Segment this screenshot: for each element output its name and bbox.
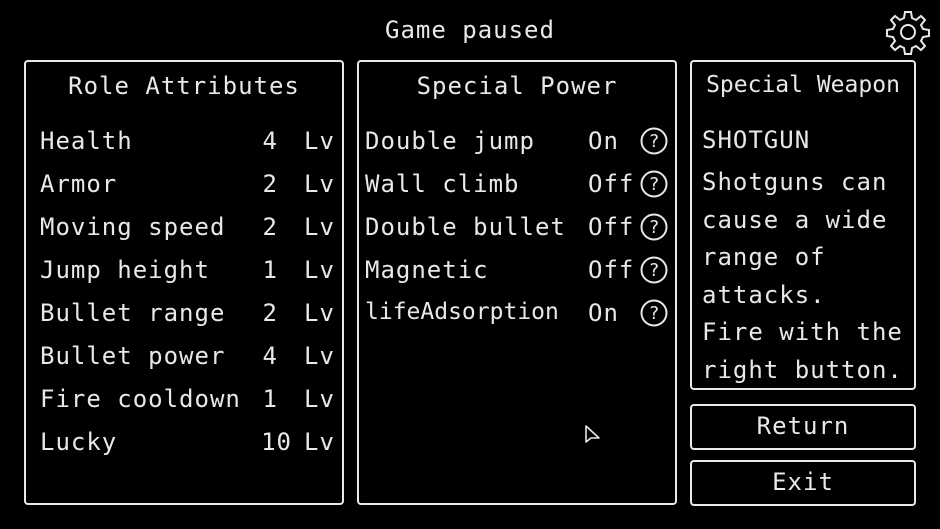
svg-text:?: ? <box>649 260 660 281</box>
attribute-value: 1 <box>262 256 278 284</box>
svg-text:?: ? <box>649 174 660 195</box>
attribute-unit: Lv <box>304 213 335 241</box>
attribute-unit: Lv <box>304 385 335 413</box>
attribute-value: 4 <box>262 342 278 370</box>
attribute-label: Health <box>40 127 133 155</box>
attribute-row-fire-cooldown: Fire cooldown <box>40 385 241 413</box>
attribute-unit: Lv <box>304 428 335 456</box>
special-weapon-title: Special Weapon <box>706 72 900 98</box>
question-circle-icon[interactable]: ? <box>640 299 668 327</box>
attribute-unit: Lv <box>304 342 335 370</box>
mouse-cursor-icon <box>585 425 600 443</box>
question-circle-icon[interactable]: ? <box>640 127 668 155</box>
power-state: Off <box>588 170 635 198</box>
power-label-wall-climb: Wall climb <box>365 170 520 198</box>
attribute-row-health: Health <box>40 127 133 155</box>
power-label-life-adsorption: lifeAdsorption <box>365 299 559 325</box>
power-label-double-jump: Double jump <box>365 127 535 155</box>
attribute-row-moving-speed: Moving speed <box>40 213 225 241</box>
attribute-value: 2 <box>262 299 278 327</box>
weapon-description: Shotguns can cause a wide range of attac… <box>702 168 903 384</box>
power-state: Off <box>588 256 635 284</box>
page-title: Game paused <box>385 16 555 44</box>
attribute-unit: Lv <box>304 127 335 155</box>
power-label-double-bullet: Double bullet <box>365 213 566 241</box>
question-circle-icon[interactable]: ? <box>640 213 668 241</box>
attribute-label: Fire cooldown <box>40 385 241 413</box>
power-label-magnetic: Magnetic <box>365 256 489 284</box>
return-button[interactable]: Return <box>690 404 916 450</box>
role-attributes-title: Role Attributes <box>68 72 300 100</box>
attribute-value: 10 <box>261 428 292 456</box>
attribute-row-armor: Armor <box>40 170 117 198</box>
gear-icon[interactable] <box>884 8 932 56</box>
attribute-row-jump-height: Jump height <box>40 256 210 284</box>
attribute-label: Bullet power <box>40 342 226 370</box>
power-state: Off <box>588 213 635 241</box>
power-state: On <box>588 299 619 327</box>
attribute-unit: Lv <box>304 256 335 284</box>
question-circle-icon[interactable]: ? <box>640 256 668 284</box>
attribute-unit: Lv <box>304 170 335 198</box>
attribute-label: Lucky <box>40 428 118 456</box>
attribute-value: 4 <box>262 127 278 155</box>
svg-text:?: ? <box>649 217 660 238</box>
attribute-row-bullet-power: Bullet power <box>40 342 225 370</box>
attribute-label: Jump height <box>40 256 210 284</box>
attribute-value: 2 <box>262 213 278 241</box>
weapon-name: SHOTGUN <box>702 126 811 154</box>
attribute-row-lucky: Lucky <box>40 428 117 456</box>
attribute-label: Moving speed <box>40 213 226 241</box>
svg-text:?: ? <box>649 131 660 152</box>
attribute-label: Armor <box>40 170 118 198</box>
question-circle-icon[interactable]: ? <box>640 170 668 198</box>
attribute-value: 1 <box>262 385 278 413</box>
attribute-unit: Lv <box>304 299 335 327</box>
attribute-label: Bullet range <box>40 299 226 327</box>
svg-text:?: ? <box>649 303 660 324</box>
attribute-row-bullet-range: Bullet range <box>40 299 225 327</box>
attribute-value: 2 <box>262 170 278 198</box>
power-state: On <box>588 127 619 155</box>
special-power-title: Special Power <box>416 72 618 100</box>
exit-button[interactable]: Exit <box>690 460 916 506</box>
